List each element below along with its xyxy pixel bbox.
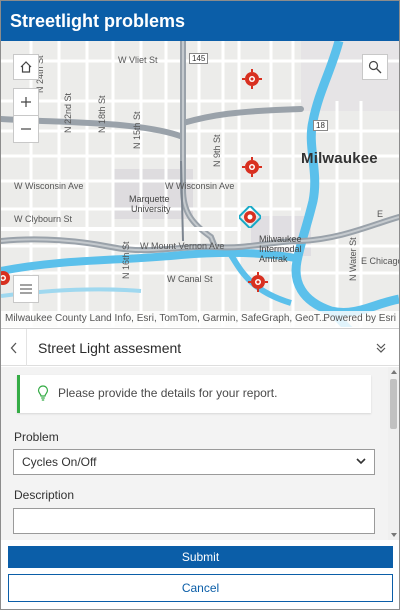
problem-selected-value: Cycles On/Off [22,455,97,469]
layer-list-icon [20,284,32,294]
street-label: N 22nd St [63,92,73,133]
street-label: E [377,209,384,219]
streetlight-marker[interactable] [242,69,262,89]
form-notice: Please provide the details for your repo… [17,375,371,413]
map-view[interactable]: 145 18 W Vliet St N 24th St N 22nd St N … [1,41,399,327]
scroll-up-arrow[interactable] [391,370,397,374]
back-button[interactable] [1,329,27,366]
home-icon [20,61,32,73]
search-button[interactable] [362,54,388,80]
cancel-button[interactable]: Cancel [8,574,393,602]
street-label: N 18th St [97,95,107,133]
lightbulb-icon [37,385,49,401]
problem-label: Problem [14,430,59,444]
collapse-chevrons-icon [376,343,386,353]
scroll-down-arrow[interactable] [391,533,397,537]
panel-header: Street Light assesment [1,328,399,366]
panel-title: Street Light assesment [38,340,182,356]
submit-button[interactable]: Submit [8,546,393,568]
form-footer: Submit Cancel [1,540,399,609]
street-label: W Mount Vernon Ave [140,241,225,251]
description-label: Description [14,488,75,502]
attribution-text: Milwaukee County Land Info, Esri, TomTom… [5,313,328,324]
street-label: W Canal St [167,274,213,284]
search-icon [368,60,382,74]
hwy-18-shield: 18 [313,120,328,131]
city-label: Milwaukee [301,150,378,167]
street-label: W Vliet St [118,55,158,65]
notice-text: Please provide the details for your repo… [58,386,278,400]
street-label: W Wisconsin Ave [14,181,84,191]
hwy-145-shield: 145 [189,53,209,64]
streetlight-marker[interactable] [242,157,262,177]
streetlight-marker[interactable] [248,272,268,292]
problem-select[interactable]: Cycles On/Off [13,449,375,475]
zoom-out-button[interactable] [13,115,39,143]
poi-marquette-label: University [131,204,171,214]
streetlight-marker-selected[interactable] [239,206,261,228]
powered-by-esri[interactable]: Powered by Esri [323,311,396,327]
map-attribution: Milwaukee County Land Info, Esri, TomTom… [1,311,399,327]
collapse-button[interactable] [371,338,391,358]
zoom-in-icon [21,97,31,107]
form-scrollbar[interactable] [388,367,399,540]
poi-amtrak-label: Intermodal [259,244,302,254]
layer-list-button[interactable] [13,275,39,303]
description-input[interactable] [13,508,375,534]
street-label: N 16th St [121,241,131,279]
street-label: W Wisconsin Ave [165,181,235,191]
home-button[interactable] [13,54,39,80]
street-label: N Water St [348,237,358,281]
chevron-left-icon [10,342,16,353]
app-frame: Streetlight problems 145 18 W Vliet St N… [0,0,400,610]
street-label: W Clybourn St [14,214,73,224]
street-label: N 15th St [132,111,142,149]
poi-marquette-label: Marquette [129,194,170,204]
poi-amtrak-label: Milwaukee [259,234,302,244]
street-label: N 9th St [212,134,222,167]
scroll-thumb[interactable] [390,379,397,429]
streetlight-marker[interactable] [1,268,13,288]
street-label: E Chicago S [361,256,399,266]
feature-form: Please provide the details for your repo… [1,367,399,540]
chevron-down-icon [356,458,366,465]
zoom-in-button[interactable] [13,88,39,116]
header-bar: Streetlight problems [1,1,399,41]
poi-amtrak-label: Amtrak [259,254,288,264]
app-title: Streetlight problems [10,11,186,31]
zoom-out-icon [21,128,31,130]
